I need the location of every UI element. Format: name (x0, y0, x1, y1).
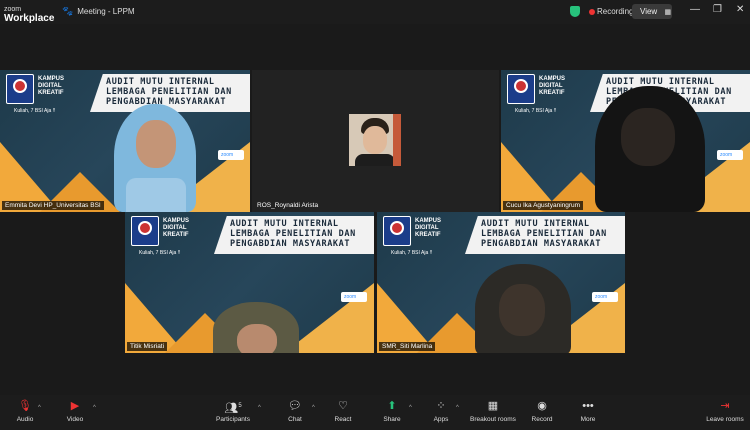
audio-button[interactable]: 🎙︎ Audio (0, 399, 50, 423)
participants-label: Participants (216, 416, 250, 423)
record-icon: ◉ (537, 400, 547, 412)
participant-name: SMR_Siti Marlina (379, 342, 436, 351)
video-options-chevron-icon[interactable]: ^ (93, 405, 96, 411)
participant-name: ROS_Roynaldi Arista (257, 202, 319, 209)
record-label: Record (531, 416, 553, 423)
recording-status[interactable]: Recording (597, 7, 633, 16)
kuliah-text: Kuliah, 7 BSI Aja !! (515, 108, 557, 114)
kampus-text: KAMPUS DIGITAL KREATIF (38, 76, 65, 96)
view-label: View (640, 7, 658, 16)
record-button[interactable]: ◉ Record (517, 399, 567, 423)
participant-name: Emmita Devi HP_Universitas BSI (2, 201, 104, 210)
leave-icon: ⇥ (720, 400, 730, 412)
apps-label: Apps (433, 416, 449, 423)
meeting-toolbar: 🎙︎ Audio ^ ▶︎ Video ^ 👥︎5 Participants ^… (0, 395, 750, 430)
view-button[interactable]: View ▦ (632, 4, 672, 19)
video-label: Video (66, 416, 84, 423)
more-icon: ••• (582, 400, 594, 412)
apps-button[interactable]: ⁘ Apps (416, 399, 466, 423)
zoom-badge: zoom (341, 292, 367, 302)
paw-icon: 🐾 (62, 6, 74, 16)
zoom-badge: zoom (592, 292, 618, 302)
breakout-rooms-button[interactable]: ▦ Breakout rooms (468, 399, 518, 423)
share-chevron-icon[interactable]: ^ (409, 405, 412, 411)
banner-line3: PENGABDIAN MASYARAKAT (106, 97, 227, 107)
more-label: More (580, 416, 596, 423)
share-label: Share (383, 416, 401, 423)
kampus-text: KAMPUS DIGITAL KREATIF (415, 218, 442, 238)
audio-label: Audio (16, 416, 34, 423)
video-button[interactable]: ▶︎ Video (50, 399, 100, 423)
title-bar: zoom Workplace 🐾 Meeting - LPPM Recordin… (0, 0, 750, 24)
recording-dot-icon (589, 9, 595, 15)
banner-line3: PENGABDIAN MASYARAKAT (230, 239, 351, 249)
shield-icon[interactable] (570, 6, 580, 17)
video-tile-emmita[interactable]: KAMPUS DIGITAL KREATIF Kuliah, 7 BSI Aja… (0, 70, 250, 212)
more-button[interactable]: ••• More (563, 399, 613, 423)
participants-button[interactable]: 👥︎5 Participants (208, 399, 258, 423)
audio-options-chevron-icon[interactable]: ^ (38, 405, 41, 411)
heart-icon: ♡ (338, 400, 348, 412)
university-logo (383, 216, 411, 246)
mic-muted-icon: 🎙︎ (18, 400, 32, 412)
meeting-info[interactable]: 🐾 Meeting - LPPM (62, 6, 135, 17)
participants-count: 5 (238, 403, 242, 409)
participants-icon: 👥︎5 (224, 402, 242, 415)
zoom-logo: zoom Workplace (4, 2, 55, 24)
kampus-text: KAMPUS DIGITAL KREATIF (539, 76, 566, 96)
close-icon[interactable]: ✕ (736, 4, 744, 15)
banner-line3: PENGABDIAN MASYARAKAT (481, 239, 602, 249)
chat-chevron-icon[interactable]: ^ (312, 405, 315, 411)
zoom-badge: zoom (717, 150, 743, 160)
kuliah-text: Kuliah, 7 BSI Aja !! (139, 250, 181, 256)
leave-rooms-button[interactable]: ⇥ Leave rooms (700, 399, 750, 423)
zoom-badge: zoom (218, 150, 244, 160)
university-logo (6, 74, 34, 104)
minimize-icon[interactable]: — (690, 4, 700, 15)
university-logo (507, 74, 535, 104)
kampus-text: KAMPUS DIGITAL KREATIF (163, 218, 190, 238)
banner-line1: AUDIT MUTU INTERNAL (606, 77, 715, 87)
video-tile-titik[interactable]: KAMPUS DIGITAL KREATIF Kuliah, 7 BSI Aja… (125, 212, 374, 353)
participant-name: Titik Misriati (127, 342, 168, 351)
avatar (349, 114, 401, 166)
restore-icon[interactable]: ❐ (713, 4, 722, 15)
participant-name: Cucu Ika Agustyaningrum (503, 201, 584, 210)
banner-line1: AUDIT MUTU INTERNAL (106, 77, 215, 87)
university-logo (131, 216, 159, 246)
slide-banner: AUDIT MUTU INTERNAL LEMBAGA PENELITIAN D… (214, 216, 374, 254)
banner-line2: LEMBAGA PENELITIAN DAN (230, 229, 356, 239)
video-tile-cucu[interactable]: KAMPUS DIGITAL KREATIF Kuliah, 7 BSI Aja… (501, 70, 750, 212)
chat-label: Chat (288, 416, 302, 423)
banner-line2: LEMBAGA PENELITIAN DAN (481, 229, 607, 239)
kuliah-text: Kuliah, 7 BSI Aja !! (14, 108, 56, 114)
breakout-label: Breakout rooms (470, 416, 516, 423)
video-tile-roynaldi[interactable]: ROS_Roynaldi Arista (252, 70, 499, 212)
video-tile-siti[interactable]: KAMPUS DIGITAL KREATIF Kuliah, 7 BSI Aja… (377, 212, 625, 353)
react-label: React (334, 416, 352, 423)
kuliah-text: Kuliah, 7 BSI Aja !! (391, 250, 433, 256)
banner-line2: LEMBAGA PENELITIAN DAN (106, 87, 232, 97)
breakout-rooms-icon: ▦ (487, 400, 499, 412)
grid-icon: ▦ (664, 9, 672, 16)
participants-chevron-icon[interactable]: ^ (258, 405, 261, 411)
share-button[interactable]: ⬆ Share (367, 399, 417, 423)
brand-line2: Workplace (4, 13, 55, 24)
banner-line1: AUDIT MUTU INTERNAL (481, 219, 590, 229)
brand-line1: zoom (4, 6, 22, 13)
chat-button[interactable]: 💬︎ Chat (270, 399, 320, 423)
react-button[interactable]: ♡ React (318, 399, 368, 423)
meeting-title: Meeting - LPPM (77, 7, 135, 16)
slide-banner: AUDIT MUTU INTERNAL LEMBAGA PENELITIAN D… (465, 216, 625, 254)
leave-label: Leave rooms (706, 416, 744, 423)
apps-chevron-icon[interactable]: ^ (456, 405, 459, 411)
banner-line1: AUDIT MUTU INTERNAL (230, 219, 339, 229)
